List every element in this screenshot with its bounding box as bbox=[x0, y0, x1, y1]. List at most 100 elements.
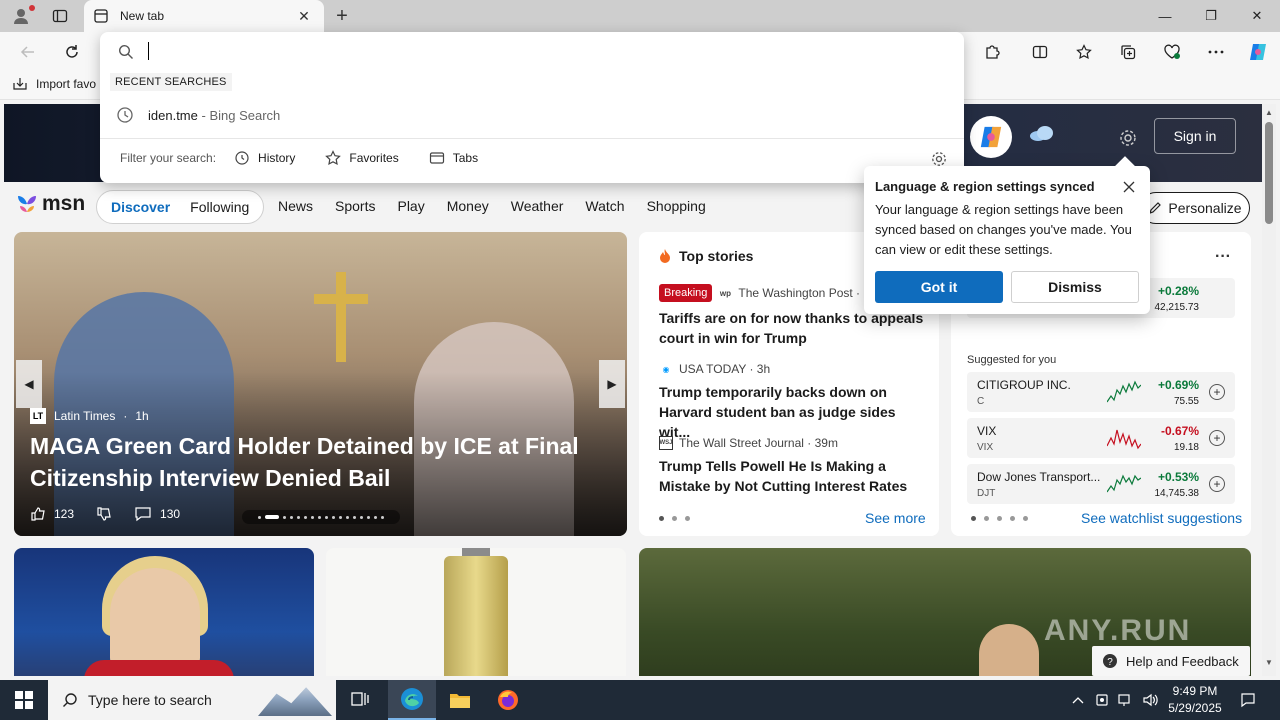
close-icon[interactable] bbox=[1120, 178, 1138, 196]
page-settings-gear-icon[interactable] bbox=[1116, 126, 1140, 150]
minimize-button[interactable]: — bbox=[1142, 0, 1188, 32]
address-input[interactable] bbox=[146, 38, 946, 66]
volume-icon[interactable] bbox=[1140, 690, 1160, 710]
scroll-thumb[interactable] bbox=[1265, 122, 1273, 224]
refresh-button[interactable] bbox=[58, 38, 86, 66]
weather-cloud-icon[interactable] bbox=[1028, 124, 1056, 145]
got-it-button[interactable]: Got it bbox=[875, 271, 1003, 303]
scroll-down-arrow-icon[interactable]: ▼ bbox=[1265, 658, 1273, 667]
carousel-headline[interactable]: MAGA Green Card Holder Detained by ICE a… bbox=[30, 430, 610, 494]
page-scrollbar[interactable]: ▲ ▼ bbox=[1262, 104, 1276, 676]
collections-button[interactable] bbox=[1114, 38, 1142, 66]
scroll-up-arrow-icon[interactable]: ▲ bbox=[1265, 108, 1273, 117]
close-tab-icon[interactable]: ✕ bbox=[294, 6, 314, 26]
carousel-dot[interactable] bbox=[297, 515, 300, 519]
suggestion-row[interactable]: iden.tme - Bing Search bbox=[100, 100, 964, 130]
split-screen-button[interactable] bbox=[1026, 38, 1054, 66]
taskbar-firefox-button[interactable] bbox=[484, 680, 532, 720]
nav-weather[interactable]: Weather bbox=[511, 198, 564, 214]
stock-row[interactable]: VIX VIX -0.67% 19.18 + bbox=[967, 418, 1235, 458]
task-view-button[interactable] bbox=[336, 680, 384, 720]
carousel-dot[interactable] bbox=[374, 515, 377, 519]
carousel-next-button[interactable]: ▶ bbox=[599, 360, 625, 408]
ad-card-perfume[interactable] bbox=[326, 548, 626, 676]
dismiss-button[interactable]: Dismiss bbox=[1011, 271, 1139, 303]
tab-actions-button[interactable] bbox=[48, 5, 72, 27]
page-dot[interactable] bbox=[984, 516, 989, 521]
story-headline[interactable]: Trump Tells Powell He Is Making a Mistak… bbox=[659, 456, 929, 496]
start-button[interactable] bbox=[0, 680, 48, 720]
carousel-dot[interactable] bbox=[325, 515, 328, 519]
copilot-launcher[interactable] bbox=[970, 116, 1012, 158]
page-dot[interactable] bbox=[1010, 516, 1015, 521]
nav-money[interactable]: Money bbox=[447, 198, 489, 214]
network-icon[interactable] bbox=[1116, 690, 1136, 710]
filter-tabs[interactable]: Tabs bbox=[429, 150, 478, 166]
carousel-dot[interactable] bbox=[353, 515, 356, 519]
carousel-dot[interactable] bbox=[290, 515, 293, 519]
add-to-watchlist-icon[interactable]: + bbox=[1209, 430, 1225, 446]
story-item[interactable]: WSJ The Wall Street Journal · 39m Trump … bbox=[659, 436, 929, 496]
taskbar-clock[interactable]: 9:49 PM 5/29/2025 bbox=[1160, 683, 1230, 717]
carousel-dot[interactable] bbox=[283, 515, 286, 519]
new-tab-button[interactable]: + bbox=[330, 4, 354, 28]
personalize-button[interactable]: Personalize bbox=[1140, 192, 1250, 224]
carousel-dot[interactable] bbox=[339, 515, 342, 519]
page-dot-active[interactable] bbox=[659, 516, 664, 521]
msn-logo[interactable]: msn bbox=[16, 192, 85, 216]
page-dot[interactable] bbox=[1023, 516, 1028, 521]
story-headline[interactable]: Tariffs are on for now thanks to appeals… bbox=[659, 308, 929, 348]
news-card-press-briefing[interactable] bbox=[14, 548, 314, 676]
carousel-dot[interactable] bbox=[360, 515, 363, 519]
nav-sports[interactable]: Sports bbox=[335, 198, 375, 214]
settings-more-button[interactable] bbox=[1202, 38, 1230, 66]
story-item[interactable]: ◉ USA TODAY · 3h Trump temporarily backs… bbox=[659, 362, 929, 442]
carousel-dot[interactable] bbox=[332, 515, 335, 519]
close-window-button[interactable]: ✕ bbox=[1234, 0, 1280, 32]
page-dot[interactable] bbox=[685, 516, 690, 521]
nav-play[interactable]: Play bbox=[397, 198, 424, 214]
taskbar-search-box[interactable]: Type here to search bbox=[48, 680, 336, 720]
browser-essentials-button[interactable] bbox=[1158, 38, 1186, 66]
notifications-icon[interactable] bbox=[1238, 690, 1258, 710]
carousel-prev-button[interactable]: ◀ bbox=[16, 360, 42, 408]
page-dot[interactable] bbox=[672, 516, 677, 521]
pill-following[interactable]: Following bbox=[180, 193, 259, 221]
carousel-dot[interactable] bbox=[304, 515, 307, 519]
thumbs-up-icon[interactable] bbox=[30, 506, 46, 522]
comment-icon[interactable] bbox=[134, 506, 152, 522]
show-hidden-icons-chevron-up-icon[interactable] bbox=[1068, 690, 1088, 710]
add-to-watchlist-icon[interactable]: + bbox=[1209, 384, 1225, 400]
import-favorites-link[interactable]: Import favo bbox=[12, 77, 96, 91]
back-button[interactable] bbox=[14, 38, 42, 66]
stock-row[interactable]: Dow Jones Transport... DJT +0.53% 14,745… bbox=[967, 464, 1235, 504]
filter-favorites[interactable]: Favorites bbox=[325, 150, 399, 166]
filter-history[interactable]: History bbox=[234, 150, 295, 166]
carousel-dot[interactable] bbox=[318, 515, 321, 519]
favorites-button[interactable] bbox=[1070, 38, 1098, 66]
sign-in-button[interactable]: Sign in bbox=[1154, 118, 1236, 154]
help-and-feedback-button[interactable]: ? Help and Feedback bbox=[1092, 646, 1250, 676]
carousel-dot[interactable] bbox=[258, 515, 261, 519]
nav-watch[interactable]: Watch bbox=[585, 198, 624, 214]
tab-new-tab[interactable]: New tab ✕ bbox=[84, 0, 324, 32]
extensions-button[interactable] bbox=[978, 38, 1006, 66]
stock-row[interactable]: CITIGROUP INC. C +0.69% 75.55 + bbox=[967, 372, 1235, 412]
carousel-dot[interactable] bbox=[367, 515, 370, 519]
see-more-link[interactable]: See more bbox=[865, 510, 926, 526]
pill-discover[interactable]: Discover bbox=[101, 193, 180, 221]
nav-news[interactable]: News bbox=[278, 198, 313, 214]
nav-shopping[interactable]: Shopping bbox=[647, 198, 706, 214]
carousel-dot[interactable] bbox=[311, 515, 314, 519]
taskbar-edge-button[interactable] bbox=[388, 680, 436, 720]
carousel-dot[interactable] bbox=[346, 515, 349, 519]
see-watchlist-suggestions-link[interactable]: See watchlist suggestions bbox=[1081, 510, 1242, 526]
carousel-dot[interactable] bbox=[381, 515, 384, 519]
page-dot-active[interactable] bbox=[971, 516, 976, 521]
carousel-dot-active[interactable] bbox=[265, 515, 279, 519]
page-dot[interactable] bbox=[997, 516, 1002, 521]
taskbar-file-explorer-button[interactable] bbox=[436, 680, 484, 720]
copilot-button[interactable] bbox=[1244, 38, 1272, 66]
add-to-watchlist-icon[interactable]: + bbox=[1209, 476, 1225, 492]
story-headline[interactable]: Trump temporarily backs down on Harvard … bbox=[659, 382, 929, 442]
